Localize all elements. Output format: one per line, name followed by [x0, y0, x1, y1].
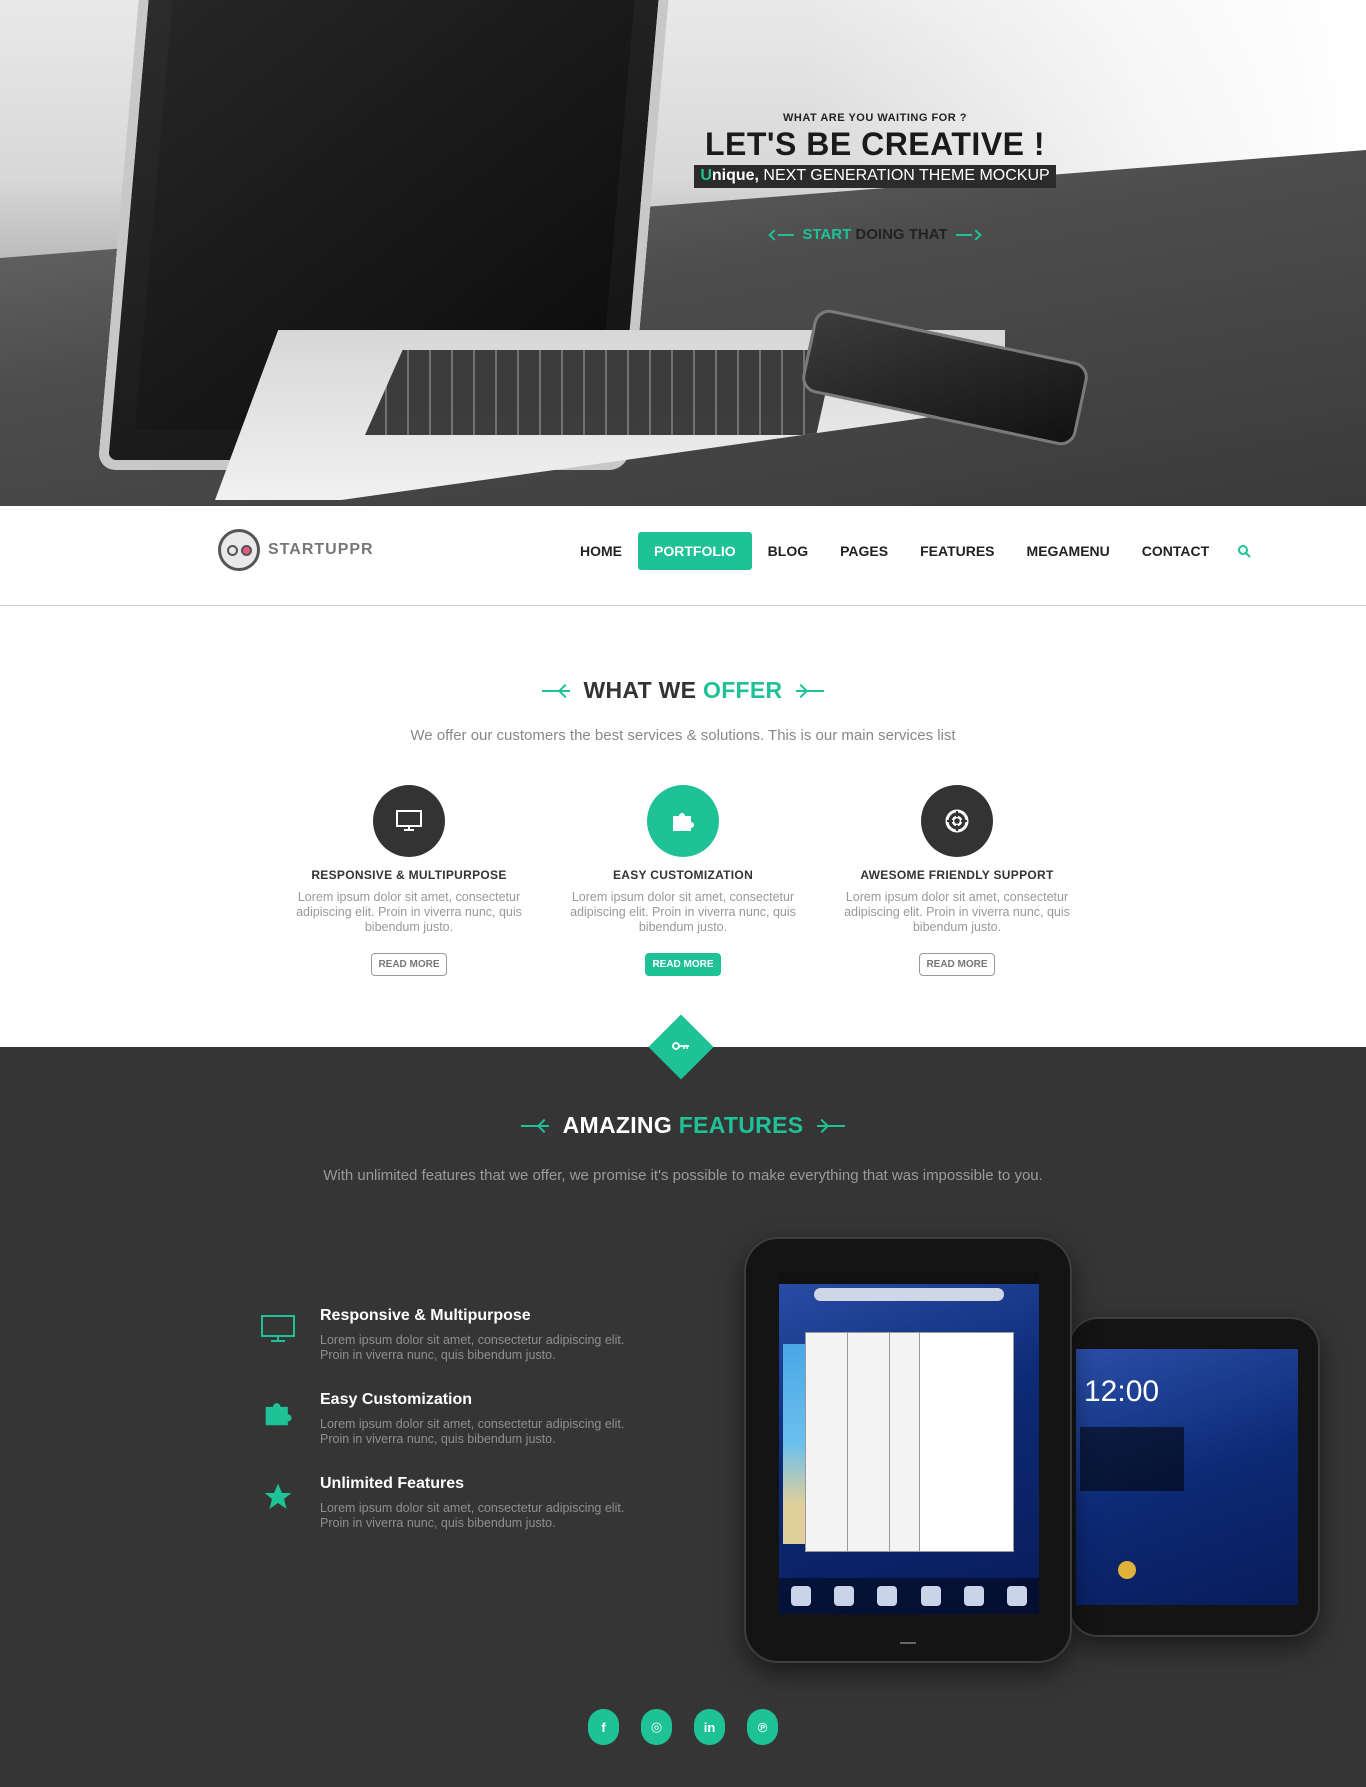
puzzle-icon	[647, 785, 719, 857]
hero-eyebrow: WHAT ARE YOU WAITING FOR ?	[783, 112, 967, 124]
brand-logo[interactable]: STARTUPPR	[218, 529, 374, 571]
nav-portfolio[interactable]: PORTFOLIO	[638, 532, 752, 570]
hero-subtitle-strong: nique,	[711, 167, 759, 184]
lock-icon	[1118, 1561, 1136, 1579]
arrow-left-icon	[520, 1118, 551, 1133]
hero-cta-link[interactable]: START DOING THAT	[768, 226, 982, 243]
hero-subtitle-rest: NEXT GENERATION THEME MOCKUP	[758, 167, 1050, 184]
offer-subtitle: We offer our customers the best services…	[410, 727, 956, 744]
hero-subtitle: Unique, NEXT GENERATION THEME MOCKUP	[694, 165, 1056, 188]
nav-blog[interactable]: BLOG	[752, 532, 824, 570]
read-more-button[interactable]: READ MORE	[919, 953, 995, 976]
arrow-right-icon	[815, 1118, 846, 1133]
main-navbar: STARTUPPR HOME PORTFOLIO BLOG PAGES FEAT…	[0, 506, 1366, 606]
read-more-button[interactable]: READ MORE	[645, 953, 721, 976]
hero-section: WHAT ARE YOU WAITING FOR ? LET'S BE CREA…	[0, 0, 1366, 506]
nav-features[interactable]: FEATURES	[904, 532, 1010, 570]
service-title: RESPONSIVE & MULTIPURPOSE	[311, 868, 507, 882]
hero-text-block: WHAT ARE YOU WAITING FOR ? LET'S BE CREA…	[690, 112, 1060, 244]
monitor-icon	[258, 1309, 298, 1349]
feature-title: Easy Customization	[320, 1391, 473, 1408]
arrow-right-icon	[955, 228, 982, 241]
service-card: AWESOME FRIENDLY SUPPORT Lorem ipsum dol…	[832, 785, 1082, 976]
feature-text: Lorem ipsum dolor sit amet, consectetur …	[320, 1501, 625, 1530]
star-icon	[258, 1477, 298, 1517]
offer-heading: WHAT WE OFFER	[0, 677, 1366, 704]
service-title: AWESOME FRIENDLY SUPPORT	[860, 868, 1054, 882]
facebook-icon[interactable]: f	[588, 1709, 619, 1745]
service-card: EASY CUSTOMIZATION Lorem ipsum dolor sit…	[558, 785, 808, 976]
arrow-left-icon	[768, 228, 795, 241]
feature-text: Lorem ipsum dolor sit amet, consectetur …	[320, 1333, 625, 1362]
instagram-icon[interactable]: ◎	[641, 1709, 672, 1745]
feature-item: Easy Customization Lorem ipsum dolor sit…	[258, 1391, 638, 1447]
search-icon[interactable]	[1235, 542, 1253, 560]
service-text: Lorem ipsum dolor sit amet, consectetur …	[296, 890, 522, 934]
brand-name: STARTUPPR	[268, 541, 374, 558]
nav-contact[interactable]: CONTACT	[1126, 532, 1225, 570]
tablet-secondary-image: 12:00	[1068, 1317, 1320, 1637]
puzzle-icon	[258, 1393, 298, 1433]
features-title-plain: AMAZING	[562, 1112, 679, 1138]
feature-list: Responsive & Multipurpose Lorem ipsum do…	[258, 1307, 638, 1559]
hero-cta-rest: DOING THAT	[851, 226, 948, 243]
primary-nav: HOME PORTFOLIO BLOG PAGES FEATURES MEGAM…	[564, 532, 1253, 570]
monitor-icon	[373, 785, 445, 857]
offer-section: WHAT WE OFFER We offer our customers the…	[0, 607, 1366, 1047]
features-title-accent: FEATURES	[678, 1112, 804, 1138]
hero-title: LET'S BE CREATIVE !	[704, 126, 1046, 162]
linkedin-icon[interactable]: in	[694, 1709, 725, 1745]
nav-home[interactable]: HOME	[564, 532, 638, 570]
service-text: Lorem ipsum dolor sit amet, consectetur …	[844, 890, 1070, 934]
tablet-primary-image	[744, 1237, 1072, 1663]
feature-title: Unlimited Features	[320, 1475, 465, 1492]
features-subtitle: With unlimited features that we offer, w…	[323, 1167, 1043, 1184]
service-card: RESPONSIVE & MULTIPURPOSE Lorem ipsum do…	[284, 785, 534, 976]
service-text: Lorem ipsum dolor sit amet, consectetur …	[570, 890, 796, 934]
read-more-button[interactable]: READ MORE	[371, 953, 447, 976]
service-title: EASY CUSTOMIZATION	[612, 868, 754, 882]
services-list: RESPONSIVE & MULTIPURPOSE Lorem ipsum do…	[0, 785, 1366, 976]
feature-item: Unlimited Features Lorem ipsum dolor sit…	[258, 1475, 638, 1531]
nav-pages[interactable]: PAGES	[824, 532, 904, 570]
nav-megamenu[interactable]: MEGAMENU	[1011, 532, 1126, 570]
offer-title-accent: OFFER	[703, 677, 783, 703]
key-icon	[670, 1037, 692, 1057]
hero-cta-accent: START	[802, 226, 852, 243]
tablet-clock: 12:00	[1084, 1375, 1160, 1408]
features-section: AMAZING FEATURES With unlimited features…	[0, 1014, 1366, 1787]
arrow-left-icon	[541, 683, 572, 698]
arrow-right-icon	[794, 683, 825, 698]
feature-item: Responsive & Multipurpose Lorem ipsum do…	[258, 1307, 638, 1363]
pinterest-icon[interactable]: ℗	[747, 1709, 778, 1745]
hero-subtitle-initial: U	[700, 167, 712, 184]
logo-icon	[218, 529, 260, 571]
features-heading: AMAZING FEATURES	[0, 1112, 1366, 1139]
lifebuoy-icon	[921, 785, 993, 857]
offer-title-plain: WHAT WE	[583, 677, 704, 703]
social-links: f ◎ in ℗	[0, 1709, 1366, 1745]
feature-text: Lorem ipsum dolor sit amet, consectetur …	[320, 1417, 625, 1446]
feature-title: Responsive & Multipurpose	[320, 1307, 531, 1324]
